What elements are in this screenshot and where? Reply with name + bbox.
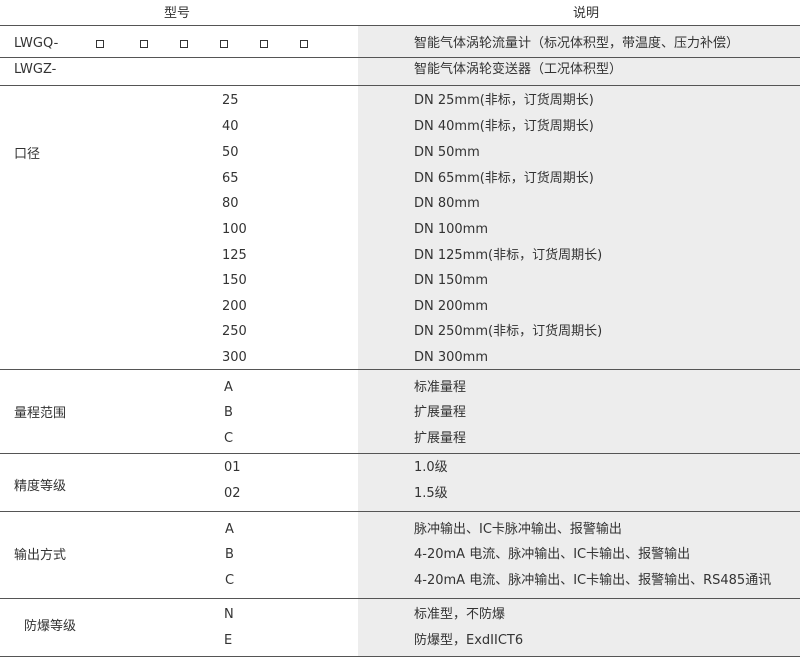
- option-code: 01: [224, 460, 241, 475]
- row-divider: [0, 57, 800, 58]
- option-description: 扩展量程: [414, 405, 467, 420]
- row-divider: [0, 369, 800, 370]
- row-divider: [0, 85, 800, 86]
- option-code: 125: [222, 248, 247, 263]
- option-code: B: [225, 547, 234, 562]
- model-description: 智能气体涡轮变送器（工况体积型）: [414, 62, 623, 77]
- option-description: DN 300mm: [414, 350, 489, 365]
- option-code: A: [224, 380, 233, 395]
- header-description: 说明: [573, 6, 600, 21]
- option-code: 250: [222, 324, 247, 339]
- option-description: 脉冲输出、IC卡脉冲输出、报警输出: [414, 522, 622, 537]
- option-description: DN 125mm(非标，订货周期长): [414, 248, 603, 263]
- option-description: DN 250mm(非标，订货周期长): [414, 324, 603, 339]
- model-code: LWGZ-: [14, 62, 57, 77]
- code-slot-box: [260, 40, 268, 48]
- section-name: 量程范围: [14, 406, 67, 421]
- option-code: 65: [222, 171, 239, 186]
- code-slot-box: [220, 40, 228, 48]
- option-code: E: [224, 633, 233, 648]
- option-description: 4-20mA 电流、脉冲输出、IC卡输出、报警输出、RS485通讯: [414, 573, 772, 588]
- section-name: 口径: [14, 147, 41, 162]
- option-code: 100: [222, 222, 247, 237]
- option-description: DN 65mm(非标，订货周期长): [414, 171, 594, 186]
- option-description: 标准量程: [414, 380, 467, 395]
- option-description: DN 100mm: [414, 222, 489, 237]
- option-code: 80: [222, 196, 239, 211]
- option-code: 02: [224, 486, 241, 501]
- option-code: 40: [222, 119, 239, 134]
- option-description: 防爆型，ExdIICT6: [414, 633, 524, 648]
- row-divider: [0, 25, 800, 26]
- code-slot-box: [300, 40, 308, 48]
- option-code: N: [224, 607, 234, 622]
- row-divider: [0, 598, 800, 599]
- option-code: 200: [222, 299, 247, 314]
- option-description: DN 200mm: [414, 299, 489, 314]
- header-model: 型号: [164, 6, 191, 21]
- row-divider: [0, 656, 800, 657]
- option-code: C: [224, 431, 234, 446]
- option-description: DN 150mm: [414, 273, 489, 288]
- option-code: 300: [222, 350, 247, 365]
- option-description: 扩展量程: [414, 431, 467, 446]
- row-divider: [0, 453, 800, 454]
- option-code: 50: [222, 145, 239, 160]
- option-code: 25: [222, 93, 239, 108]
- option-code: C: [225, 573, 235, 588]
- section-name: 防爆等级: [24, 619, 77, 634]
- option-description: DN 40mm(非标，订货周期长): [414, 119, 594, 134]
- option-description: DN 25mm(非标，订货周期长): [414, 93, 594, 108]
- option-code: 150: [222, 273, 247, 288]
- option-code: B: [224, 405, 233, 420]
- code-slot-box: [96, 40, 104, 48]
- row-divider: [0, 511, 800, 512]
- option-description: 1.0级: [414, 460, 448, 475]
- code-slot-box: [180, 40, 188, 48]
- section-name: 精度等级: [14, 479, 67, 494]
- option-description: DN 80mm: [414, 196, 480, 211]
- option-code: A: [225, 522, 234, 537]
- model-description: 智能气体涡轮流量计（标况体积型，带温度、压力补偿）: [414, 36, 740, 51]
- option-description: 标准型，不防爆: [414, 607, 506, 622]
- section-name: 输出方式: [14, 548, 67, 563]
- code-slot-box: [140, 40, 148, 48]
- option-description: DN 50mm: [414, 145, 480, 160]
- option-description: 1.5级: [414, 486, 448, 501]
- option-description: 4-20mA 电流、脉冲输出、IC卡输出、报警输出: [414, 547, 691, 562]
- model-code: LWGQ-: [14, 36, 59, 51]
